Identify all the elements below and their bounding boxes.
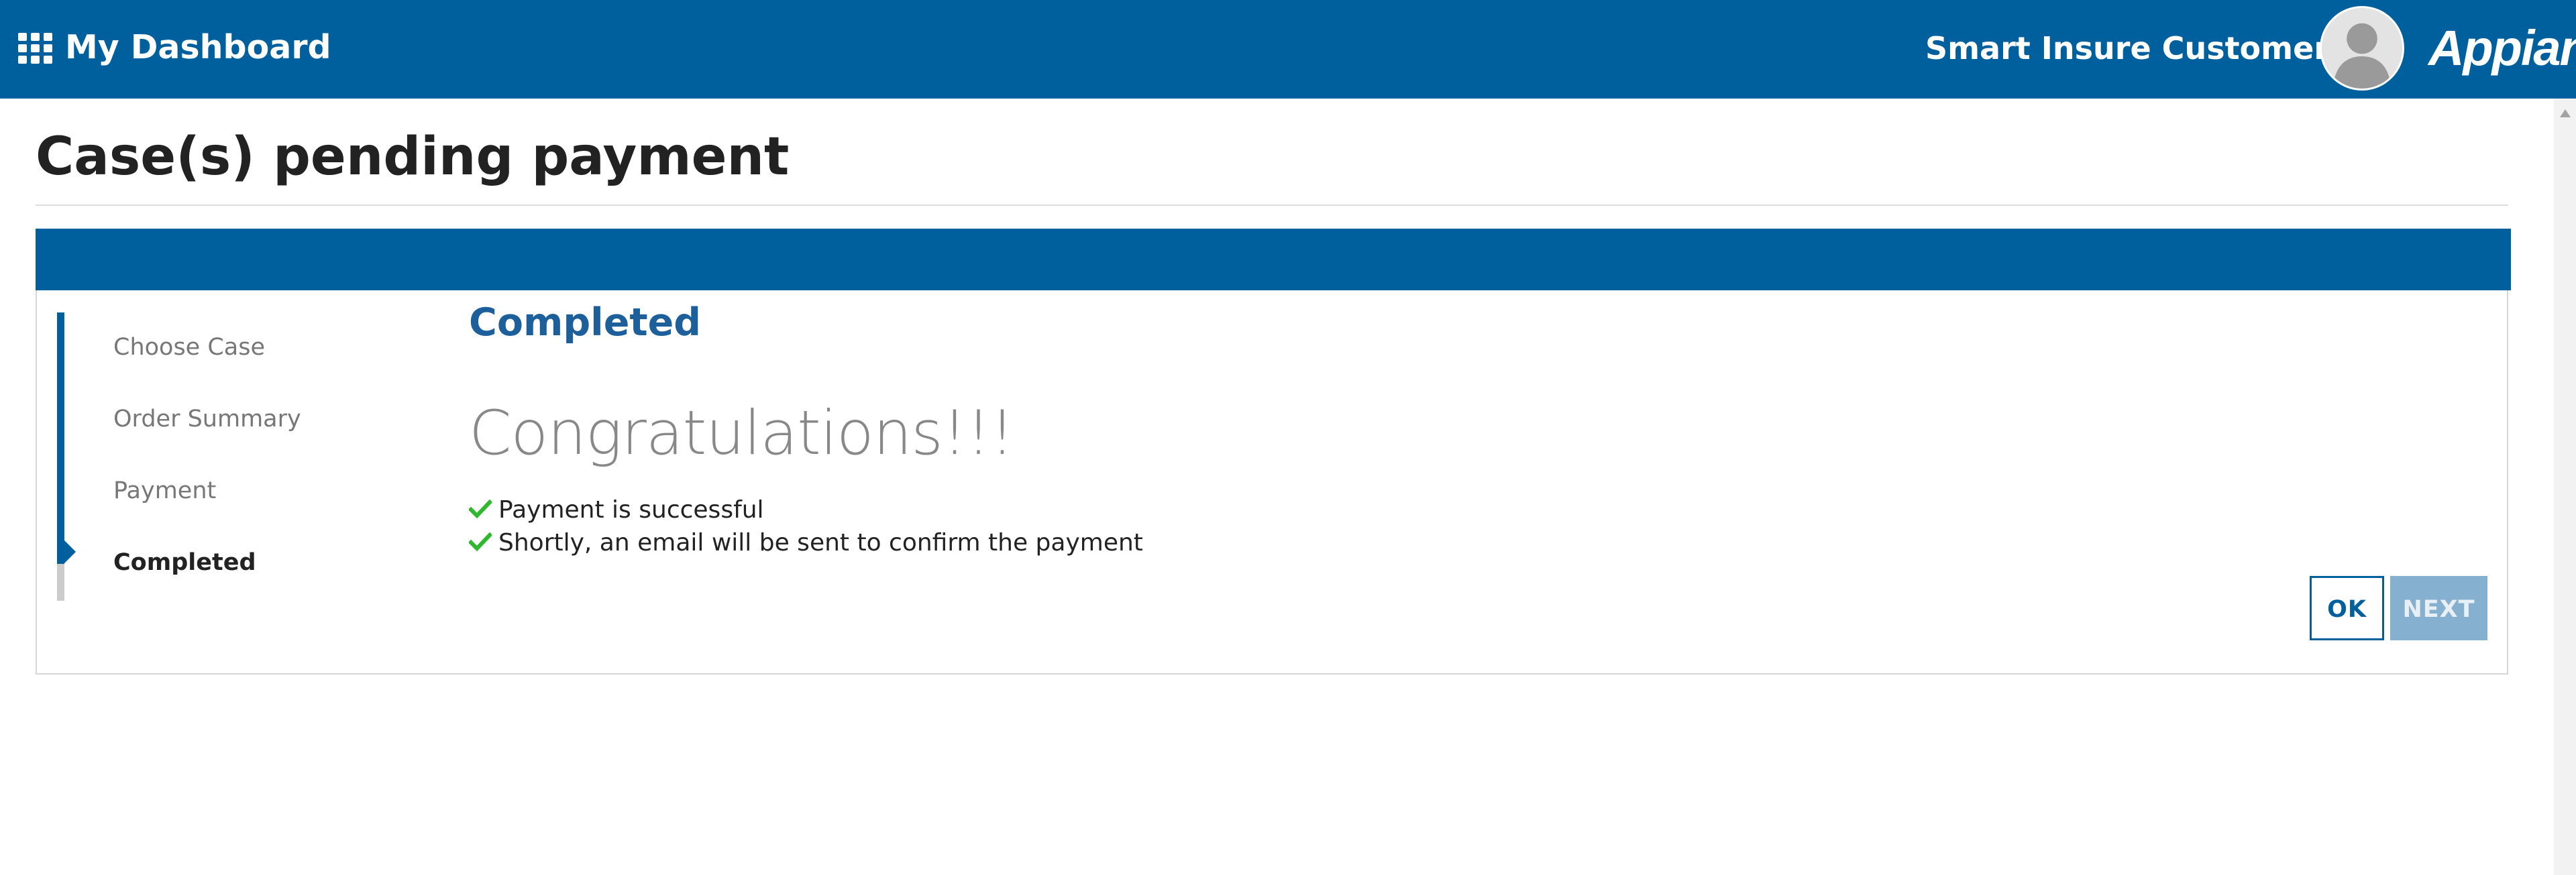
step-choose-case: Choose Case: [113, 334, 265, 361]
step-payment: Payment: [113, 477, 217, 504]
message-payment-successful: Payment is successful: [468, 493, 764, 527]
checkmark-icon: [468, 499, 493, 519]
title-divider: [36, 205, 2508, 206]
card-header-bar: [36, 229, 2511, 290]
section-heading: Completed: [469, 300, 702, 345]
scroll-up-arrow-icon[interactable]: [2560, 109, 2571, 117]
user-name: Smart Insure Customer: [1925, 30, 2329, 66]
congratulations-headline: Congratulations!!!: [469, 398, 1014, 469]
appian-logo: Appian: [2428, 20, 2576, 76]
step-completed: Completed: [113, 549, 256, 576]
page-title: Case(s) pending payment: [36, 127, 790, 187]
page-scrollbar[interactable]: [2554, 99, 2576, 875]
steps-progress-track: [57, 312, 64, 601]
wizard-steps: Choose Case Order Summary Payment Comple…: [57, 312, 392, 601]
top-header: My Dashboard Smart Insure Customer Appia…: [0, 0, 2576, 99]
message-text: Shortly, an email will be sent to confir…: [498, 529, 1143, 557]
message-text: Payment is successful: [498, 496, 764, 524]
message-email-confirmation: Shortly, an email will be sent to confir…: [468, 526, 1143, 560]
payment-wizard-card: Choose Case Order Summary Payment Comple…: [36, 229, 2511, 675]
current-step-marker-icon: [64, 540, 76, 563]
step-order-summary: Order Summary: [113, 406, 301, 432]
checkmark-icon: [468, 532, 493, 552]
next-button[interactable]: NEXT: [2390, 576, 2487, 640]
user-menu[interactable]: Smart Insure Customer: [1925, 27, 2352, 70]
user-avatar-icon[interactable]: [2320, 6, 2404, 91]
steps-track-end: [57, 564, 64, 601]
app-menu-grid-icon[interactable]: [18, 33, 54, 65]
ok-button[interactable]: OK: [2310, 576, 2384, 640]
dashboard-title-link[interactable]: My Dashboard: [65, 24, 331, 71]
